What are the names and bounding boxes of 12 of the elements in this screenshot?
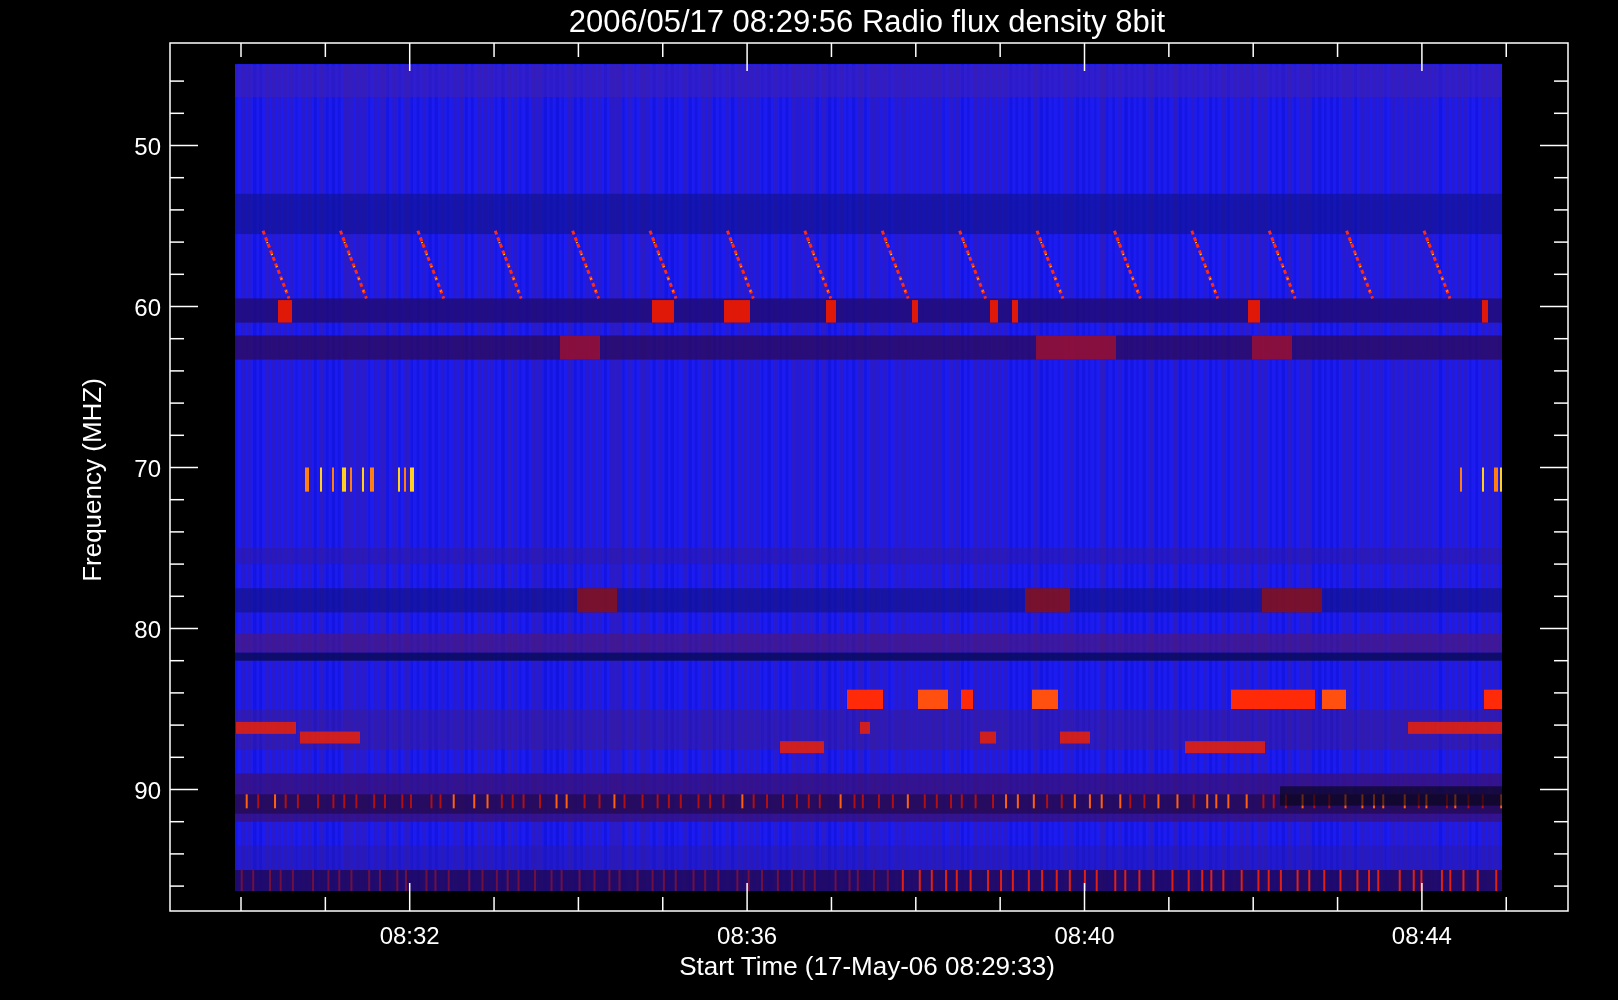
- y-tick-label: 90: [134, 776, 161, 804]
- x-tick-label: 08:36: [717, 922, 778, 949]
- y-tick-label: 50: [134, 132, 161, 160]
- x-tick-label: 08:40: [1054, 922, 1115, 949]
- plot-title: 2006/05/17 08:29:56 Radio flux density 8bit: [568, 4, 1166, 39]
- x-tick-label: 08:32: [379, 922, 440, 949]
- y-tick-label: 60: [134, 293, 161, 321]
- y-tick-label: 80: [134, 615, 161, 643]
- x-axis-label: Start Time (17-May-06 08:29:33): [679, 951, 1055, 981]
- x-tick-label: 08:44: [1391, 922, 1452, 949]
- y-axis-label: Frequency (MHZ): [77, 378, 107, 582]
- y-tick-label: 70: [134, 454, 161, 482]
